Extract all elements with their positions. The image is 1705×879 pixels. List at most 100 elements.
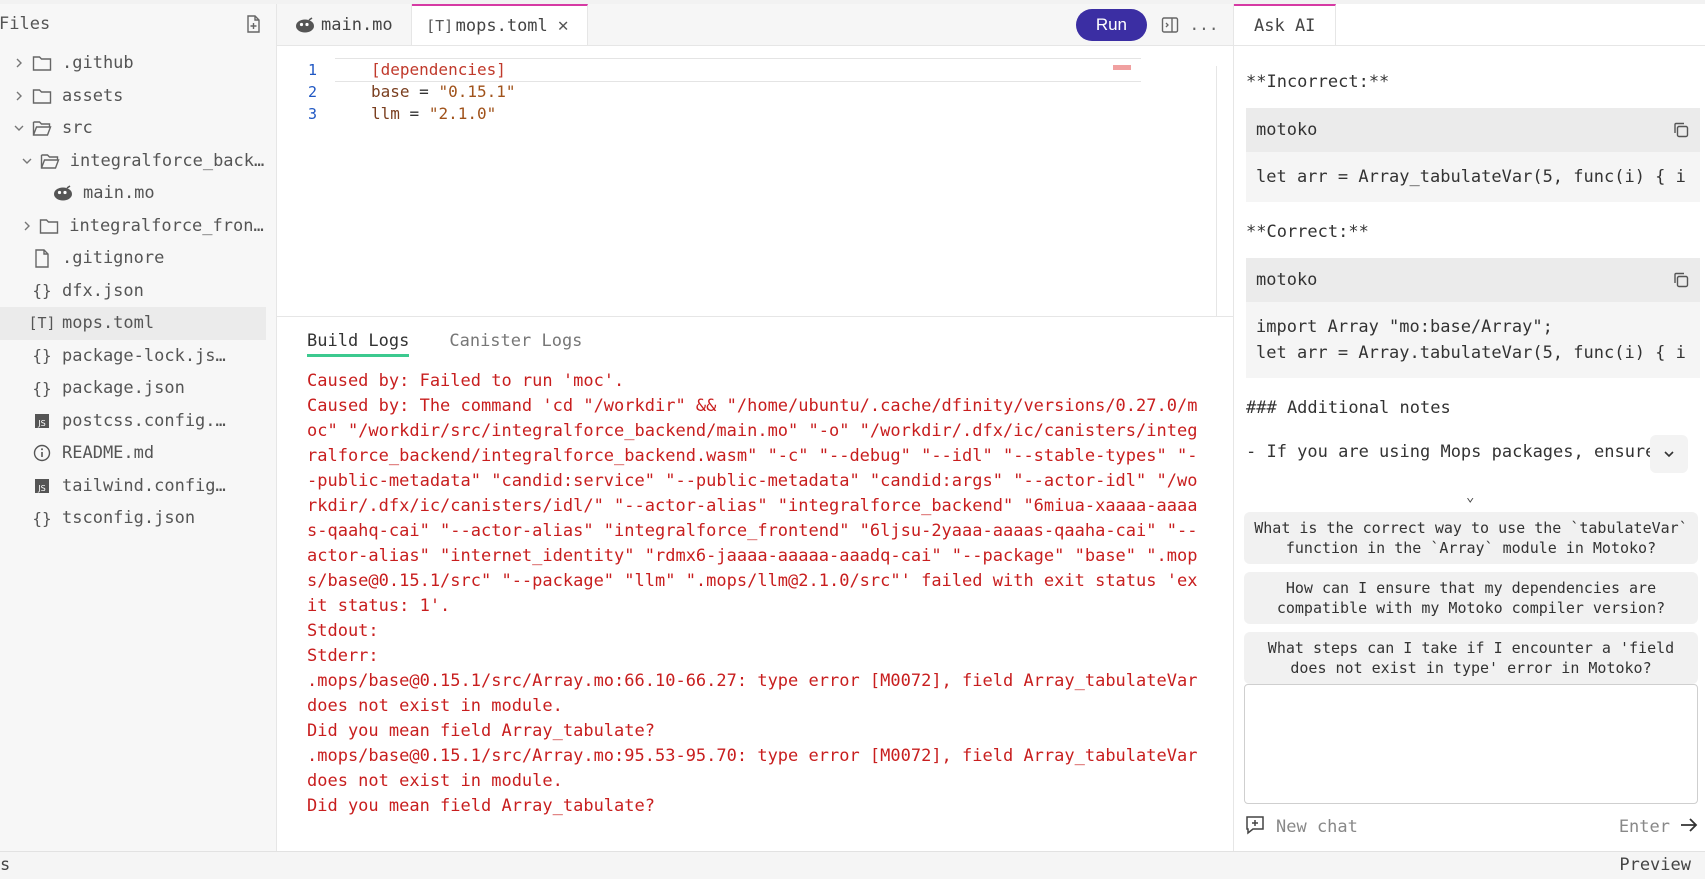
file-tree: .github assets src integralforce_backend…	[0, 47, 266, 535]
toml-file-icon: [T]	[28, 314, 56, 333]
code-text: llm = "2.1.0"	[371, 104, 497, 123]
tree-item-label: integralforce_backend	[69, 150, 266, 171]
suggestion-chip[interactable]: What steps can I take if I encounter a '…	[1244, 632, 1698, 684]
more-button[interactable]: ...	[1190, 14, 1219, 36]
js-file-icon: JS	[32, 476, 52, 496]
file-explorer-header: Files	[0, 4, 276, 44]
tree-item-package-json[interactable]: {} package.json	[0, 372, 266, 405]
code-block: motoko import Array "mo:base/Array"; let…	[1246, 258, 1700, 378]
tree-item-label: .gitignore	[62, 248, 165, 269]
code-line: let arr = Array.tabulateVar(5, func(i) {…	[1256, 343, 1686, 363]
ask-ai-panel: Ask AI **Incorrect:** motoko let arr = A…	[1233, 4, 1705, 851]
file-icon	[32, 248, 52, 268]
tab-canister-logs[interactable]: Canister Logs	[449, 331, 582, 357]
code-block-language: motoko	[1256, 120, 1318, 140]
code-editor[interactable]: 1 [dependencies] 2 base = "0.15.1" 3 llm…	[277, 58, 1217, 319]
line-number: 2	[307, 83, 317, 101]
editor-pane: main.mo [T] mops.toml ✕ Run ... 1 [depen…	[277, 4, 1233, 851]
suggestion-chip[interactable]: What is the correct way to use the `tabu…	[1244, 512, 1698, 564]
run-button[interactable]: Run	[1075, 8, 1147, 41]
tab-ask-ai[interactable]: Ask AI	[1234, 4, 1337, 46]
code-line: import Array "mo:base/Array";	[1256, 317, 1553, 337]
tree-item-postcss-config[interactable]: JS postcss.config.…	[0, 405, 266, 438]
tree-item-tailwind-config[interactable]: JS tailwind.config…	[0, 470, 266, 503]
tree-item-mops-toml[interactable]: [T] mops.toml	[0, 307, 266, 340]
notes-item: - If you are using Mops packages, ensure	[1246, 442, 1656, 462]
tree-item-dfx-json[interactable]: {} dfx.json	[0, 275, 266, 308]
preview-button[interactable]: Preview	[1619, 855, 1691, 875]
folder-open-icon	[32, 118, 52, 138]
json-braces-icon: {}	[32, 281, 52, 301]
scroll-down-button[interactable]	[1650, 435, 1688, 473]
code-text: base = "0.15.1"	[371, 82, 516, 101]
svg-text:JS: JS	[37, 419, 45, 428]
tree-item-integralforce-frontend[interactable]: integralforce_frontend	[0, 210, 266, 243]
tree-item-integralforce-backend[interactable]: integralforce_backend	[0, 145, 266, 178]
build-log-output: Caused by: Failed to run 'moc'. Caused b…	[307, 371, 1198, 816]
chevron-down-icon	[21, 154, 34, 168]
file-explorer-title: Files	[0, 14, 51, 34]
split-panel-icon[interactable]	[1159, 14, 1181, 36]
folder-icon	[32, 53, 52, 73]
editor-scrollbar[interactable]	[1216, 66, 1217, 316]
tab-label: mops.toml	[455, 15, 548, 36]
code-line: 3 llm = "2.1.0"	[277, 103, 1217, 125]
suggestion-chip[interactable]: How can I ensure that my dependencies ar…	[1244, 572, 1698, 624]
tree-item-assets[interactable]: assets	[0, 80, 266, 113]
code-line: 1 [dependencies]	[277, 58, 1217, 82]
correct-heading: **Correct:**	[1246, 222, 1369, 242]
copy-icon[interactable]	[1672, 121, 1690, 139]
tree-item-label: package-lock.js…	[62, 345, 226, 366]
code-block: motoko let arr = Array_tabulateVar(5, fu…	[1246, 108, 1700, 202]
tree-item-src[interactable]: src	[0, 112, 266, 145]
chevron-right-icon	[12, 56, 26, 70]
folder-open-icon	[40, 151, 60, 171]
status-left-text: s	[0, 855, 11, 875]
tree-item-label: assets	[62, 85, 124, 106]
tree-item-tsconfig-json[interactable]: {} tsconfig.json	[0, 502, 266, 535]
tree-item-label: src	[62, 118, 93, 139]
tree-item-label: main.mo	[83, 183, 155, 204]
tab-mops-toml[interactable]: [T] mops.toml ✕	[411, 4, 588, 45]
tree-item-label: postcss.config.…	[62, 410, 226, 431]
folder-icon	[39, 216, 59, 236]
code-text: [dependencies]	[335, 58, 1141, 82]
chevron-down-icon: ⌄	[1466, 489, 1475, 505]
tab-main-mo[interactable]: main.mo	[277, 4, 412, 45]
tree-item-main-mo[interactable]: main.mo	[0, 177, 266, 210]
js-file-icon: JS	[32, 411, 52, 431]
code-block-content: let arr = Array_tabulateVar(5, func(i) {…	[1256, 167, 1686, 187]
chat-input[interactable]	[1244, 684, 1698, 804]
chat-bar: New chat Enter	[1244, 812, 1698, 842]
tree-item-label: tsconfig.json	[62, 508, 196, 529]
incorrect-heading: **Incorrect:**	[1246, 72, 1390, 92]
tab-label: main.mo	[321, 14, 393, 35]
new-chat-icon[interactable]	[1244, 814, 1266, 841]
tab-build-logs[interactable]: Build Logs	[307, 331, 410, 357]
copy-icon[interactable]	[1672, 271, 1690, 289]
send-arrow-icon[interactable]	[1680, 817, 1698, 838]
new-file-icon[interactable]	[244, 15, 262, 33]
tree-item-gitignore[interactable]: .gitignore	[0, 242, 266, 275]
ai-response: **Incorrect:** motoko let arr = Array_ta…	[1246, 50, 1700, 464]
chevron-right-icon	[21, 219, 33, 233]
folder-icon	[32, 86, 52, 106]
code-block-language: motoko	[1256, 270, 1318, 290]
json-braces-icon: {}	[32, 378, 52, 398]
tree-item-github[interactable]: .github	[0, 47, 266, 80]
editor-tabs: main.mo [T] mops.toml ✕ Run ...	[277, 4, 1233, 46]
minimap[interactable]	[1113, 65, 1131, 70]
tree-item-label: tailwind.config…	[62, 475, 226, 496]
chevron-right-icon	[12, 89, 26, 103]
logs-tabs: Build Logs Canister Logs	[307, 331, 582, 357]
logs-panel: Build Logs Canister Logs Caused by: Fail…	[277, 316, 1233, 852]
tree-item-label: .github	[62, 53, 134, 74]
tree-item-readme[interactable]: README.md	[0, 437, 266, 470]
toml-file-icon: [T]	[426, 16, 454, 35]
new-chat-button[interactable]: New chat	[1276, 817, 1619, 837]
status-bar: s Preview	[0, 851, 1705, 879]
editor-toolbar: Run ...	[1075, 4, 1233, 45]
close-icon[interactable]: ✕	[558, 15, 569, 36]
tree-item-package-lock-json[interactable]: {} package-lock.js…	[0, 340, 266, 373]
tree-item-label: mops.toml	[62, 313, 155, 334]
